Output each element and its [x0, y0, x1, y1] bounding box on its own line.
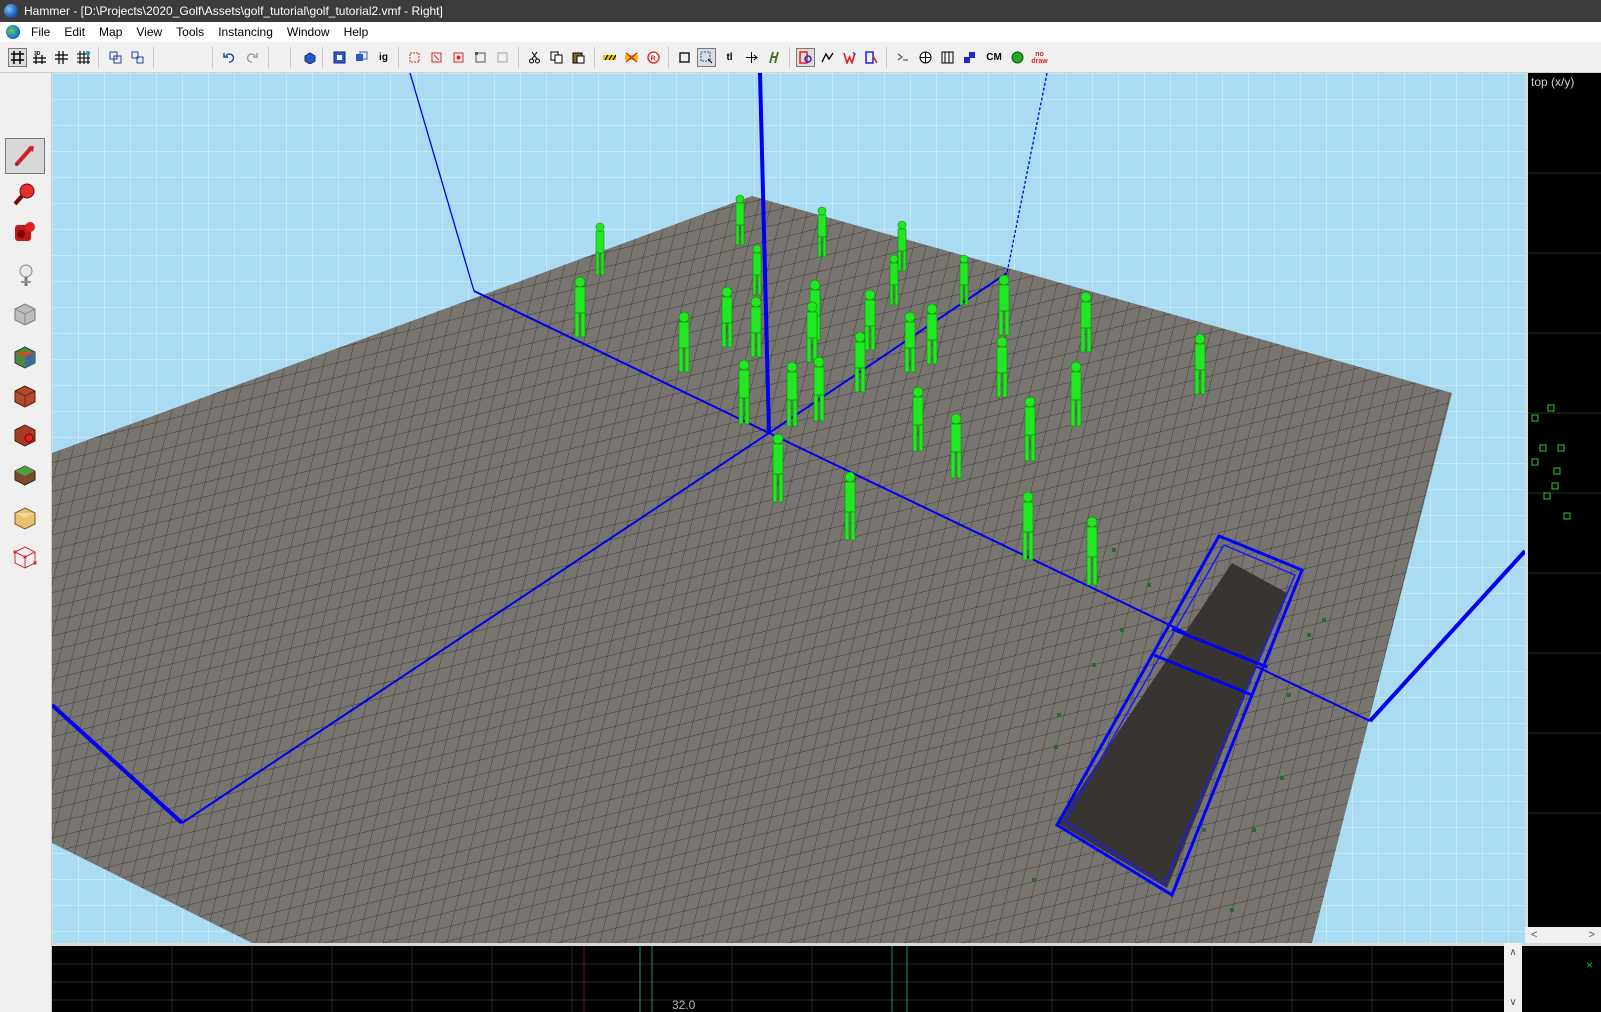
menu-window[interactable]: Window: [280, 25, 337, 39]
overlay-tool-icon[interactable]: [5, 456, 45, 492]
cm-button[interactable]: CM: [982, 48, 1006, 67]
copy-icon[interactable]: [547, 48, 566, 67]
paste-icon[interactable]: [569, 48, 588, 67]
document-icon[interactable]: [6, 25, 20, 39]
title-bar: Hammer - [D:\Projects\2020_Golf\Assets\g…: [0, 0, 1601, 22]
window-title: Hammer - [D:\Projects\2020_Golf\Assets\g…: [24, 4, 443, 18]
3d-grid-icon[interactable]: 3D: [30, 48, 49, 67]
scene-render: [52, 73, 1525, 943]
sculpt-icon[interactable]: [862, 48, 881, 67]
decal-tool-icon[interactable]: [5, 417, 45, 453]
vertex-tool-icon[interactable]: [5, 539, 45, 575]
top-view-entities: [1531, 404, 1571, 520]
apply-texture-icon[interactable]: [5, 378, 45, 414]
tool-palette: [0, 73, 52, 1012]
displacement-icon[interactable]: [796, 48, 815, 67]
menu-view[interactable]: View: [129, 25, 169, 39]
camera-3d-viewport[interactable]: [52, 73, 1525, 943]
bottom-view-scrollbar[interactable]: ∧ ∨: [1504, 943, 1522, 1012]
grid-smaller-icon[interactable]: [52, 48, 71, 67]
close-view-icon[interactable]: ×: [1586, 958, 1593, 972]
toggle-sprites-icon[interactable]: [893, 48, 912, 67]
toggle-2d-bounds-icon[interactable]: [675, 48, 694, 67]
corner-view[interactable]: ×: [1522, 943, 1601, 1012]
no-draw-button[interactable]: no draw: [1030, 48, 1049, 67]
toggle-models-icon[interactable]: [622, 48, 641, 67]
tl-button[interactable]: tl: [720, 48, 739, 67]
svg-text:R: R: [651, 56, 656, 63]
texture-scale-lock-icon[interactable]: [427, 48, 446, 67]
hide-items-icon[interactable]: [493, 48, 512, 67]
toggle-helpers-icon[interactable]: [600, 48, 619, 67]
green-sphere-icon[interactable]: [1008, 48, 1027, 67]
make-hollow-icon[interactable]: [352, 48, 371, 67]
entity-tool-icon[interactable]: [5, 257, 45, 293]
clipping-tool-icon[interactable]: [5, 500, 45, 536]
hammer-app-icon: [4, 4, 18, 18]
axis-coordinate-label: 32.0: [672, 998, 696, 1012]
group-icon[interactable]: [106, 48, 125, 67]
menu-edit[interactable]: Edit: [57, 25, 92, 39]
undo-icon[interactable]: [220, 48, 239, 67]
menu-file[interactable]: File: [24, 25, 57, 39]
paint-geometry-icon[interactable]: [818, 48, 837, 67]
grid-larger-icon[interactable]: [74, 48, 93, 67]
hide-selected-icon[interactable]: [300, 48, 319, 67]
menu-bar: File Edit Map View Tools Instancing Wind…: [0, 22, 1601, 42]
svg-text:3D: 3D: [34, 51, 41, 57]
block-tool-icon[interactable]: [5, 296, 45, 332]
carve-icon[interactable]: [330, 48, 349, 67]
bottom-2d-view[interactable]: 32.0: [52, 943, 1504, 1012]
radius-culling-icon[interactable]: R: [644, 48, 663, 67]
menu-instancing[interactable]: Instancing: [211, 25, 280, 39]
camera-tool-icon[interactable]: [5, 214, 45, 250]
fast-texture-icon[interactable]: [764, 48, 783, 67]
scroll-left-icon[interactable]: <: [1531, 929, 1537, 941]
redo-icon[interactable]: [242, 48, 261, 67]
texture-application-icon[interactable]: [5, 339, 45, 375]
scroll-right-icon[interactable]: >: [1589, 929, 1595, 941]
scroll-down-icon[interactable]: ∨: [1509, 997, 1516, 1008]
main-toolbar: 3D ig R tl CM no draw: [0, 42, 1601, 73]
world-icon[interactable]: [916, 48, 935, 67]
cubemap-icon[interactable]: [960, 48, 979, 67]
wireframe-icon[interactable]: [938, 48, 957, 67]
grid-toggle-icon[interactable]: [8, 48, 27, 67]
magnify-tool-icon[interactable]: [5, 176, 45, 212]
paint-alpha-icon[interactable]: [840, 48, 859, 67]
texture-pos-icon[interactable]: [742, 48, 761, 67]
texture-lock-icon[interactable]: [405, 48, 424, 67]
select-by-handles-icon[interactable]: [471, 48, 490, 67]
alignment-lock-icon[interactable]: [449, 48, 468, 67]
menu-help[interactable]: Help: [337, 25, 376, 39]
scroll-up-icon[interactable]: ∧: [1509, 947, 1516, 958]
select-by-box-icon[interactable]: [697, 48, 716, 67]
cut-icon[interactable]: [525, 48, 544, 67]
ig-button[interactable]: ig: [374, 48, 393, 67]
menu-tools[interactable]: Tools: [169, 25, 211, 39]
menu-map[interactable]: Map: [92, 25, 129, 39]
ungroup-icon[interactable]: [128, 48, 147, 67]
selection-tool-icon[interactable]: [5, 138, 45, 174]
top-view-scrollbar[interactable]: < >: [1525, 927, 1601, 943]
top-2d-view[interactable]: top (x/y): [1525, 73, 1601, 943]
